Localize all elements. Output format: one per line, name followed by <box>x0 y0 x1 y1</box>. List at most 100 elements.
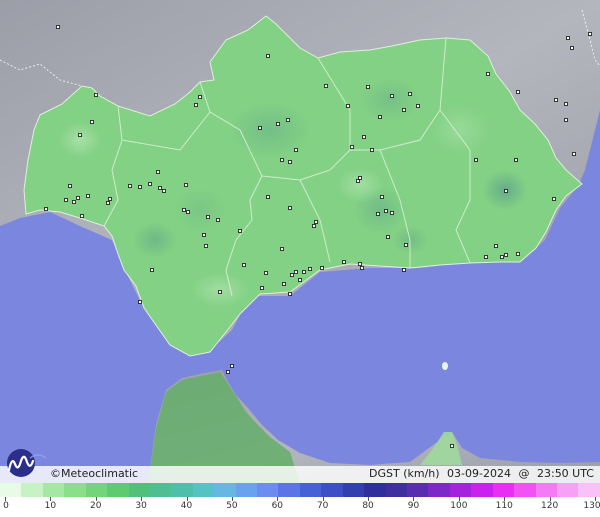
station-marker-icon[interactable] <box>566 36 570 40</box>
station-marker-icon[interactable] <box>564 118 568 122</box>
station-marker-icon[interactable] <box>148 182 152 186</box>
station-marker-icon[interactable] <box>206 215 210 219</box>
station-marker-icon[interactable] <box>156 170 160 174</box>
station-marker-icon[interactable] <box>350 145 354 149</box>
station-marker-icon[interactable] <box>138 300 142 304</box>
station-marker-icon[interactable] <box>280 247 284 251</box>
station-marker-icon[interactable] <box>358 176 362 180</box>
station-marker-icon[interactable] <box>308 267 312 271</box>
station-marker-icon[interactable] <box>366 85 370 89</box>
station-marker-icon[interactable] <box>390 94 394 98</box>
station-marker-icon[interactable] <box>450 444 454 448</box>
station-marker-icon[interactable] <box>500 255 504 259</box>
station-marker-icon[interactable] <box>266 195 270 199</box>
station-marker-icon[interactable] <box>238 229 242 233</box>
station-marker-icon[interactable] <box>86 194 90 198</box>
station-marker-icon[interactable] <box>288 160 292 164</box>
station-marker-icon[interactable] <box>380 195 384 199</box>
station-marker-icon[interactable] <box>280 158 284 162</box>
station-marker-icon[interactable] <box>320 266 324 270</box>
station-marker-icon[interactable] <box>276 122 280 126</box>
station-marker-icon[interactable] <box>162 189 166 193</box>
station-marker-icon[interactable] <box>288 292 292 296</box>
station-marker-icon[interactable] <box>258 126 262 130</box>
station-marker-icon[interactable] <box>202 233 206 237</box>
station-marker-icon[interactable] <box>128 184 132 188</box>
station-marker-icon[interactable] <box>384 209 388 213</box>
station-marker-icon[interactable] <box>370 148 374 152</box>
station-marker-icon[interactable] <box>552 197 556 201</box>
station-marker-icon[interactable] <box>376 212 380 216</box>
station-marker-icon[interactable] <box>64 198 68 202</box>
station-marker-icon[interactable] <box>378 115 382 119</box>
station-marker-icon[interactable] <box>194 103 198 107</box>
station-marker-icon[interactable] <box>198 95 202 99</box>
station-marker-icon[interactable] <box>390 211 394 215</box>
station-marker-icon[interactable] <box>282 282 286 286</box>
station-marker-icon[interactable] <box>358 262 362 266</box>
station-marker-icon[interactable] <box>108 197 112 201</box>
station-marker-icon[interactable] <box>362 135 366 139</box>
station-marker-icon[interactable] <box>266 54 270 58</box>
station-marker-icon[interactable] <box>408 92 412 96</box>
station-marker-icon[interactable] <box>588 32 592 36</box>
station-marker-icon[interactable] <box>346 104 350 108</box>
station-marker-icon[interactable] <box>72 200 76 204</box>
station-marker-icon[interactable] <box>516 252 520 256</box>
station-marker-icon[interactable] <box>356 179 360 183</box>
scale-tick-label: 50 <box>226 501 238 511</box>
station-marker-icon[interactable] <box>76 196 80 200</box>
station-marker-icon[interactable] <box>416 104 420 108</box>
station-marker-icon[interactable] <box>314 220 318 224</box>
station-marker-icon[interactable] <box>504 189 508 193</box>
station-marker-icon[interactable] <box>402 108 406 112</box>
station-marker-icon[interactable] <box>494 244 498 248</box>
station-marker-icon[interactable] <box>474 158 478 162</box>
station-marker-icon[interactable] <box>216 218 220 222</box>
station-marker-icon[interactable] <box>504 253 508 257</box>
station-marker-icon[interactable] <box>78 133 82 137</box>
station-marker-icon[interactable] <box>158 186 162 190</box>
station-marker-icon[interactable] <box>150 268 154 272</box>
station-marker-icon[interactable] <box>514 158 518 162</box>
station-marker-icon[interactable] <box>264 271 268 275</box>
station-marker-icon[interactable] <box>486 72 490 76</box>
station-marker-icon[interactable] <box>138 185 142 189</box>
station-marker-icon[interactable] <box>44 207 48 211</box>
station-marker-icon[interactable] <box>554 98 558 102</box>
station-marker-icon[interactable] <box>404 243 408 247</box>
station-marker-icon[interactable] <box>342 260 346 264</box>
station-marker-icon[interactable] <box>106 201 110 205</box>
station-marker-icon[interactable] <box>312 224 316 228</box>
station-marker-icon[interactable] <box>294 148 298 152</box>
station-marker-icon[interactable] <box>360 266 364 270</box>
station-marker-icon[interactable] <box>294 270 298 274</box>
station-marker-icon[interactable] <box>570 46 574 50</box>
station-marker-icon[interactable] <box>324 84 328 88</box>
station-marker-icon[interactable] <box>298 278 302 282</box>
station-marker-icon[interactable] <box>226 370 230 374</box>
station-marker-icon[interactable] <box>184 183 188 187</box>
station-marker-icon[interactable] <box>186 210 190 214</box>
station-marker-icon[interactable] <box>230 364 234 368</box>
station-marker-icon[interactable] <box>90 120 94 124</box>
station-marker-icon[interactable] <box>386 235 390 239</box>
station-marker-icon[interactable] <box>218 290 222 294</box>
station-marker-icon[interactable] <box>572 152 576 156</box>
station-marker-icon[interactable] <box>260 286 264 290</box>
station-marker-icon[interactable] <box>242 263 246 267</box>
station-marker-icon[interactable] <box>402 268 406 272</box>
station-marker-icon[interactable] <box>94 93 98 97</box>
station-marker-icon[interactable] <box>68 184 72 188</box>
station-marker-icon[interactable] <box>286 118 290 122</box>
station-marker-icon[interactable] <box>484 255 488 259</box>
station-marker-icon[interactable] <box>290 273 294 277</box>
station-marker-icon[interactable] <box>564 102 568 106</box>
station-marker-icon[interactable] <box>80 214 84 218</box>
station-marker-icon[interactable] <box>302 270 306 274</box>
station-marker-icon[interactable] <box>204 244 208 248</box>
station-marker-icon[interactable] <box>56 25 60 29</box>
station-marker-icon[interactable] <box>288 206 292 210</box>
station-marker-icon[interactable] <box>516 90 520 94</box>
station-marker-icon[interactable] <box>182 208 186 212</box>
